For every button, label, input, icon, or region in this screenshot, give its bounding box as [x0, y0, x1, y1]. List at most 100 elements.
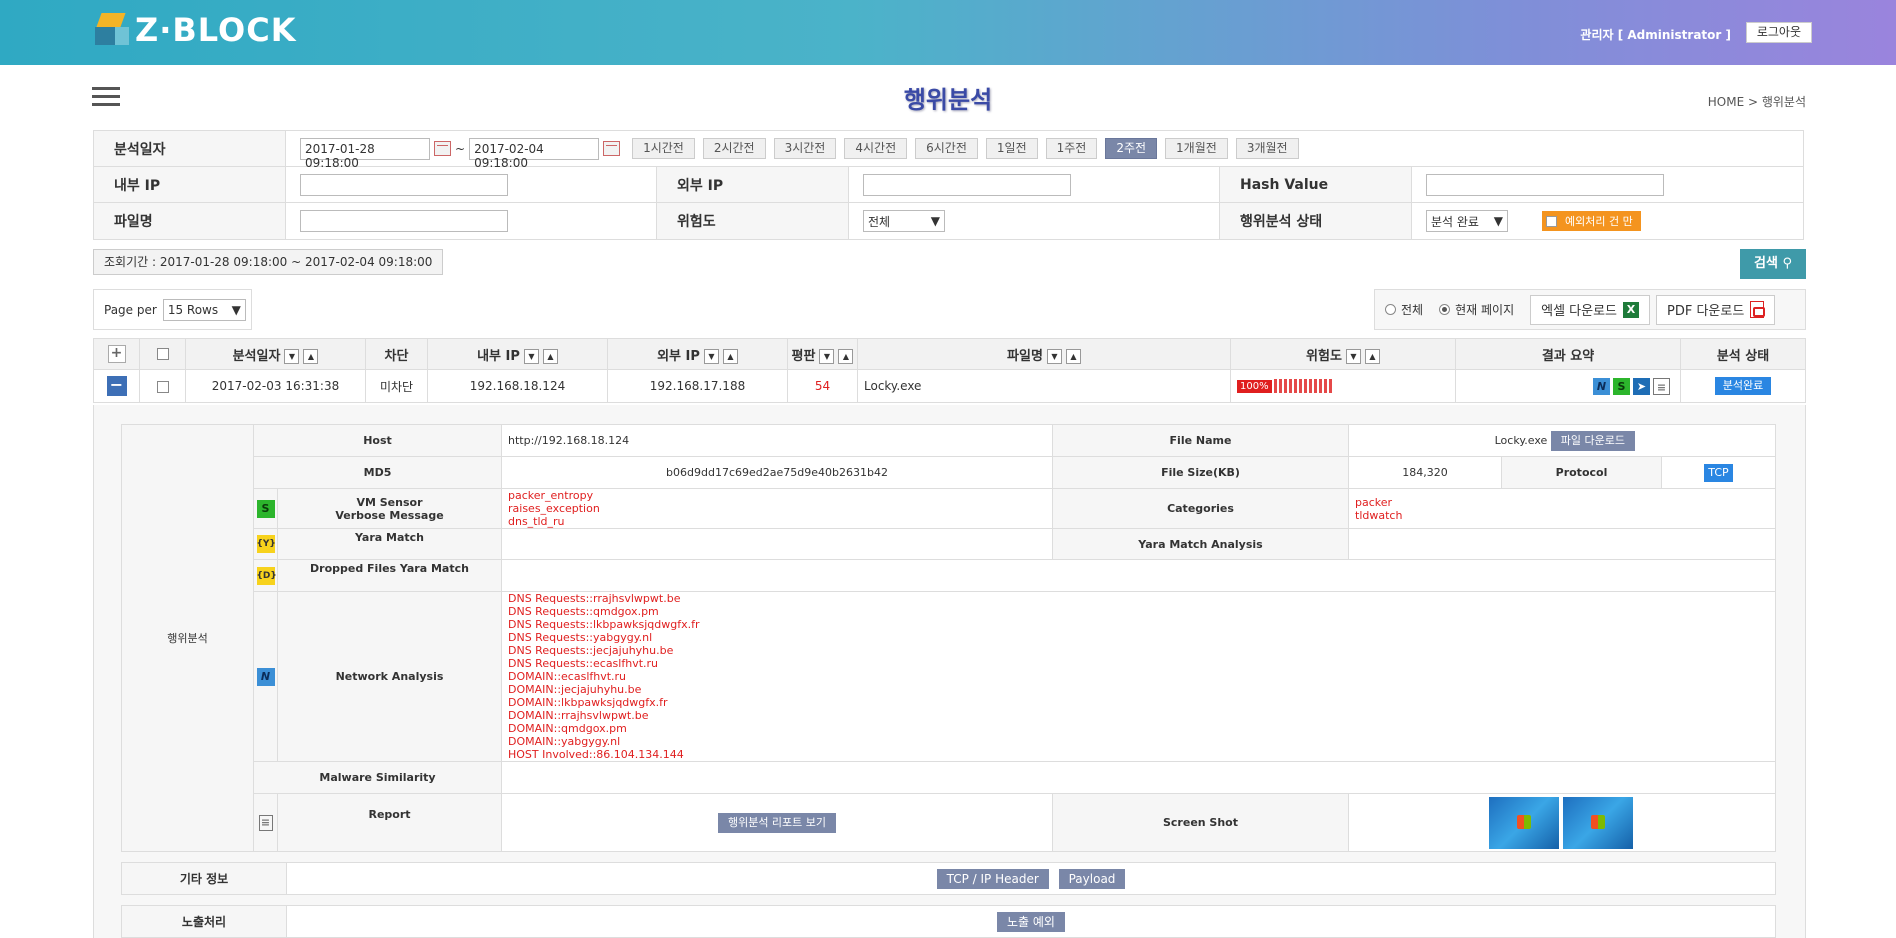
calendar-icon[interactable]	[434, 141, 451, 156]
status-select[interactable]: 분석 완료 ▼	[1426, 210, 1508, 232]
calendar-icon[interactable]	[603, 141, 621, 156]
cell-filename: Locky.exe	[857, 369, 1231, 403]
quick-range-group: 1시간전 2시간전 3시간전 4시간전 6시간전 1일전 1주전 2주전 1개월전 3개월전	[624, 138, 1299, 159]
cell-date: 2017-02-03 16:31:38	[185, 369, 366, 403]
view-report-button[interactable]: 행위분석 리포트 보기	[717, 812, 837, 833]
vm-message: dns_tld_ru	[508, 515, 565, 528]
yara-value	[501, 528, 1053, 560]
external-ip-input[interactable]	[863, 173, 1071, 196]
cell-external-ip: 192.168.17.188	[607, 369, 788, 403]
network-line: HOST Involved::86.104.134.144	[508, 748, 684, 761]
network-line: DOMAIN::yabgygy.nl	[508, 735, 621, 748]
report-label: Report	[277, 793, 502, 852]
host-label: Host	[253, 424, 502, 457]
cell-reputation: 54	[787, 369, 858, 403]
network-icon[interactable]: N	[1593, 377, 1610, 395]
top-bar: Z·BLOCK 관리자 [ Administrator ] 로그아웃	[0, 0, 1896, 65]
report-icon: ≡	[258, 814, 273, 831]
yara-icon: {Y}	[256, 535, 276, 553]
quick-range-button[interactable]: 1개월전	[1165, 138, 1228, 159]
search-panel: 분석일자 2017-01-28 09:18:00 ~ 2017-02-04 09…	[93, 130, 1804, 240]
page-title: 행위분석	[903, 86, 993, 114]
quick-range-button[interactable]: 6시간전	[915, 138, 978, 159]
file-size-label: File Size(KB)	[1052, 456, 1349, 489]
malware-similarity-label: Malware Similarity	[253, 761, 502, 794]
date-from-input[interactable]: 2017-01-28 09:18:00	[300, 137, 430, 170]
admin-label: 관리자 [ Administrator ]	[1580, 28, 1731, 42]
category: packer	[1355, 495, 1393, 509]
protocol-label: Protocol	[1501, 457, 1662, 488]
status-label: 행위분석 상태	[1219, 203, 1412, 239]
zblock-logo[interactable]: Z·BLOCK	[95, 10, 296, 50]
network-line: DOMAIN::lkbpawksjqdwgfx.fr	[508, 696, 668, 709]
collapse-row-button[interactable]: −	[106, 376, 127, 396]
screenshot-label: Screen Shot	[1052, 793, 1349, 852]
payload-button[interactable]: Payload	[1058, 868, 1126, 889]
file-download-button[interactable]: 파일 다운로드	[1550, 430, 1635, 451]
period-text: 조회기간 : 2017-01-28 09:18:00 ~ 2017-02-04 …	[93, 249, 444, 275]
logo-cube-icon	[95, 13, 131, 47]
quick-range-button[interactable]: 4시간전	[844, 138, 908, 159]
network-line: DNS Requests::rrajhsvlwpwt.be	[508, 592, 681, 605]
network-line: DOMAIN::qmdgox.pm	[508, 722, 627, 735]
network-line: DNS Requests::yabgygy.nl	[508, 631, 653, 644]
export-box: 전체 현재 페이지 엑셀 다운로드 X PDF 다운로드	[1374, 289, 1806, 330]
select-all-checkbox[interactable]	[156, 348, 169, 360]
network-line: DOMAIN::rrajhsvlwpwt.be	[508, 709, 649, 722]
other-info-label: 기타 정보	[121, 862, 287, 895]
breadcrumb: HOME > 행위분석	[1707, 95, 1806, 109]
expand-all-button[interactable]: +	[107, 345, 126, 363]
checkbox[interactable]	[1546, 215, 1557, 227]
exception-only-toggle[interactable]: 예외처리 건 만	[1542, 211, 1641, 231]
network-line: DNS Requests::lkbpawksjqdwgfx.fr	[508, 618, 700, 631]
quick-range-button[interactable]: 1주전	[1045, 138, 1098, 159]
page-per-select[interactable]: 15 Rows ▼	[162, 298, 246, 321]
yara-analysis-value	[1348, 528, 1776, 560]
cell-status: 분석완료	[1680, 369, 1806, 403]
table-row[interactable]: − 2017-02-03 16:31:38 미차단 192.168.18.124…	[93, 369, 1806, 403]
screenshot-thumbnail[interactable]	[1489, 796, 1559, 849]
network-label: Network Analysis	[277, 591, 502, 762]
network-list: DNS Requests::rrajhsvlwpwt.be DNS Request…	[501, 591, 1776, 762]
network-line: DOMAIN::jecjajuhyhu.be	[508, 683, 642, 696]
date-to-input[interactable]: 2017-02-04 09:18:00	[469, 137, 600, 170]
radio-current-page[interactable]	[1439, 304, 1451, 315]
screenshot-thumbnail[interactable]	[1563, 796, 1633, 849]
quick-range-button[interactable]: 1일전	[985, 138, 1038, 159]
internal-ip-input[interactable]	[300, 173, 508, 196]
risk-select[interactable]: 전체 ▼	[863, 210, 945, 232]
date-tilde: ~	[455, 141, 466, 156]
status-badge[interactable]: 분석완료	[1714, 377, 1772, 395]
quick-range-button[interactable]: 3시간전	[773, 138, 837, 159]
hash-input[interactable]	[1426, 173, 1664, 196]
vm-message: raises_exception	[508, 502, 600, 515]
vm-sensor-label: VM Sensor	[356, 495, 423, 509]
hash-label: Hash Value	[1219, 167, 1412, 202]
quick-range-button[interactable]: 2주전	[1105, 138, 1158, 159]
sensor-icon[interactable]: S	[1613, 377, 1630, 395]
logout-button[interactable]: 로그아웃	[1745, 22, 1812, 43]
date-range: 2017-01-28 09:18:00 ~ 2017-02-04 09:18:0…	[286, 131, 1299, 170]
exposure-label: 노출처리	[121, 905, 287, 938]
quick-range-button[interactable]: 3개월전	[1235, 138, 1299, 159]
pdf-download-button[interactable]: PDF 다운로드	[1656, 294, 1776, 325]
network-line: DNS Requests::qmdgox.pm	[508, 605, 659, 618]
radio-all[interactable]	[1385, 304, 1396, 315]
date-label: 분석일자	[94, 131, 286, 166]
section-label: 행위분석	[121, 424, 254, 852]
row-checkbox[interactable]	[156, 380, 169, 393]
search-button[interactable]: 검색 ⚲	[1740, 249, 1806, 279]
network-line: DNS Requests::ecaslfhvt.ru	[508, 657, 659, 670]
report-icon[interactable]: ≡	[1653, 377, 1670, 395]
excel-download-button[interactable]: 엑셀 다운로드 X	[1530, 294, 1651, 325]
exposure-exception-button[interactable]: 노출 예외	[997, 911, 1065, 932]
quick-range-button[interactable]: 2시간전	[702, 138, 766, 159]
share-icon[interactable]: ➤	[1633, 377, 1650, 395]
dropped-yara-value	[501, 559, 1776, 592]
tcp-ip-header-button[interactable]: TCP / IP Header	[936, 868, 1049, 889]
exposure-row: 노출처리 노출 예외	[121, 905, 1776, 938]
quick-range-button[interactable]: 1시간전	[632, 138, 695, 159]
md5-label: MD5	[253, 456, 502, 489]
pdf-icon	[1750, 301, 1766, 318]
filename-input[interactable]	[300, 210, 508, 232]
